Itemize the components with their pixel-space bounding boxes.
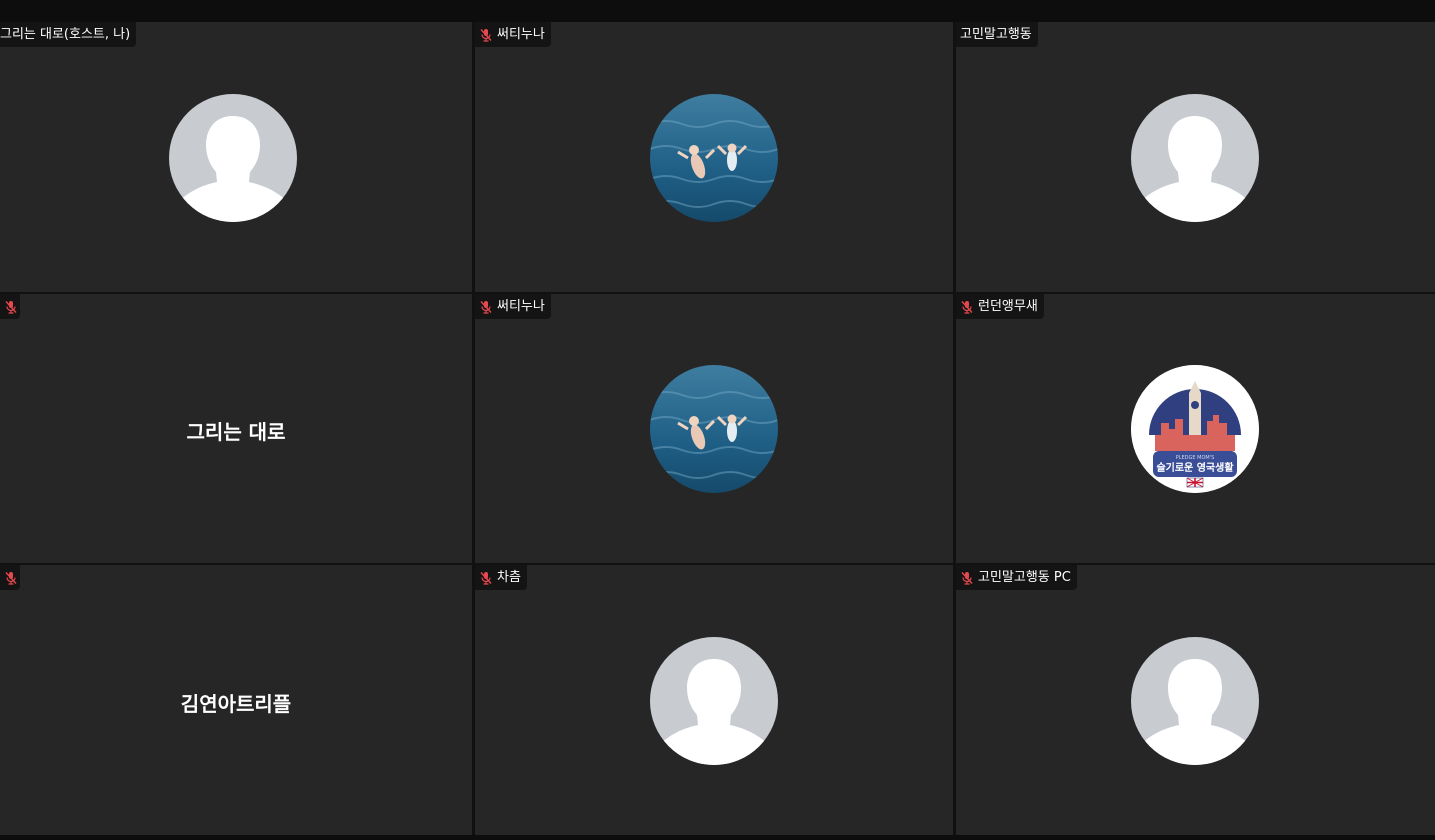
default-avatar-icon xyxy=(1131,637,1259,765)
bottom-bar xyxy=(0,835,1435,840)
mic-muted-icon xyxy=(4,300,18,314)
participant-label xyxy=(0,294,20,319)
ocean-photo-avatar xyxy=(650,94,778,222)
default-avatar-icon xyxy=(1131,94,1259,222)
participant-name: 차츰 xyxy=(497,570,521,585)
participant-tile[interactable]: 그리는 대로 xyxy=(0,294,472,563)
participant-center-name: 김연아트리플 xyxy=(180,692,292,716)
participant-label: 런던앵무새 xyxy=(956,294,1044,319)
participant-name: 런던앵무새 xyxy=(978,299,1038,314)
mic-muted-icon xyxy=(479,571,493,585)
participant-name: 고민말고행동 xyxy=(960,27,1032,42)
participant-label xyxy=(0,565,20,590)
mic-muted-icon xyxy=(960,300,974,314)
default-avatar-icon xyxy=(650,637,778,765)
mic-muted-icon xyxy=(479,300,493,314)
participant-tile[interactable]: 써티누나 xyxy=(475,22,953,292)
ocean-photo-avatar xyxy=(650,365,778,493)
top-bar xyxy=(0,0,1435,22)
mic-muted-icon xyxy=(960,571,974,585)
participant-tile[interactable]: 런던앵무새 PLEDGE MOM'S 슬기로운 영국생활 xyxy=(956,294,1435,563)
london-logo-avatar: PLEDGE MOM'S 슬기로운 영국생활 xyxy=(1131,365,1259,493)
participant-center-name: 그리는 대로 xyxy=(186,420,286,444)
participant-label: 고민말고행동 xyxy=(956,22,1038,47)
participant-tile[interactable]: 써티누나 xyxy=(475,294,953,563)
mic-muted-icon xyxy=(4,571,18,585)
participant-name: 써티누나 xyxy=(497,27,545,42)
participant-label: 써티누나 xyxy=(475,294,551,319)
participant-name: 고민말고행동 PC xyxy=(978,570,1071,585)
participant-grid: 그리는 대로(호스트, 나) 써티누나 고민말고행동 그리는 대로 써티누나 런… xyxy=(0,22,1435,835)
participant-tile[interactable]: 고민말고행동 PC xyxy=(956,565,1435,835)
default-avatar-icon xyxy=(169,94,297,222)
participant-label: 고민말고행동 PC xyxy=(956,565,1077,590)
participant-label: 차츰 xyxy=(475,565,527,590)
participant-tile[interactable]: 김연아트리플 xyxy=(0,565,472,835)
participant-tile[interactable]: 그리는 대로(호스트, 나) xyxy=(0,22,472,292)
mic-muted-icon xyxy=(479,28,493,42)
logo-line2: 슬기로운 영국생활 xyxy=(1156,461,1234,474)
participant-tile[interactable]: 차츰 xyxy=(475,565,953,835)
participant-name: 그리는 대로(호스트, 나) xyxy=(0,27,131,42)
participant-label: 그리는 대로(호스트, 나) xyxy=(0,22,137,47)
logo-line1: PLEDGE MOM'S xyxy=(1176,455,1215,461)
participant-tile[interactable]: 고민말고행동 xyxy=(956,22,1435,292)
participant-name: 써티누나 xyxy=(497,299,545,314)
participant-label: 써티누나 xyxy=(475,22,551,47)
